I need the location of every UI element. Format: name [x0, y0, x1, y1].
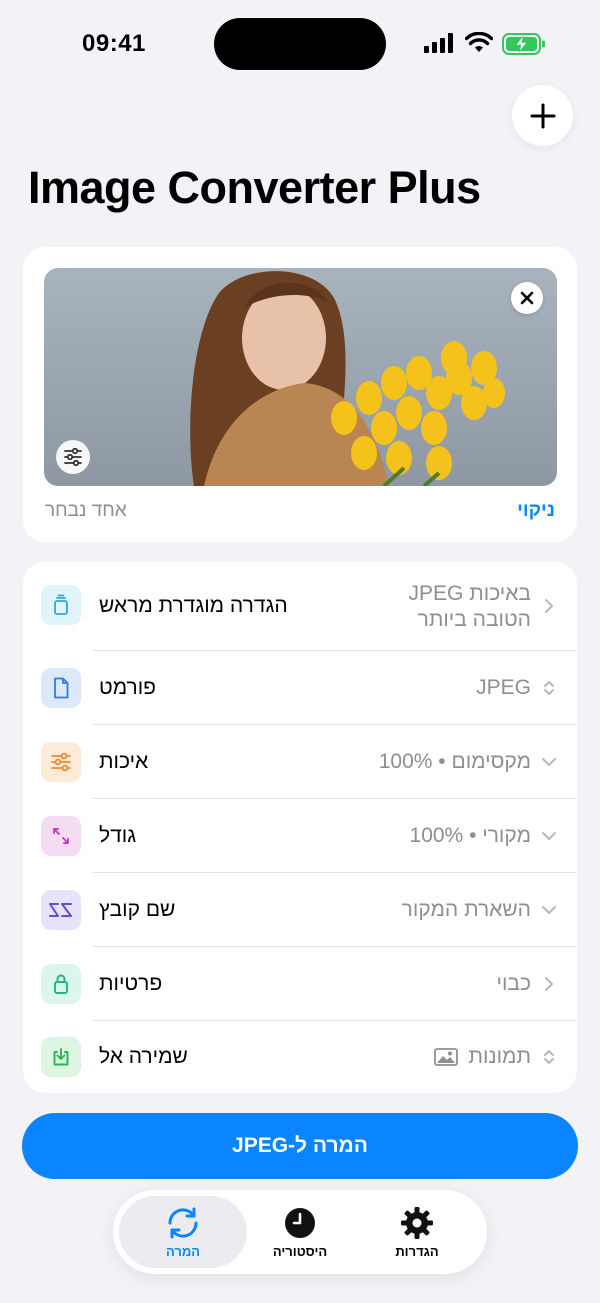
- size-icon-tile: [41, 816, 81, 856]
- chevron-down-icon: [542, 832, 556, 840]
- image-card: ניקוי אחד נבחר: [23, 247, 577, 542]
- sliders-icon: [64, 448, 82, 466]
- text-icon: [49, 903, 72, 917]
- filename-row[interactable]: שם קובץ השארת המקור: [23, 873, 577, 947]
- clock-icon: [285, 1207, 315, 1238]
- sliders-icon: [51, 752, 71, 772]
- selected-count-label: אחד נבחר: [45, 500, 127, 521]
- tab-history-label: היסטוריה: [272, 1243, 328, 1259]
- tab-convert-label: המרה: [165, 1243, 201, 1259]
- remove-image-button[interactable]: [511, 282, 543, 314]
- photo-icon: [434, 1048, 459, 1066]
- close-icon: [520, 291, 534, 305]
- download-icon: [53, 1048, 69, 1066]
- preset-value: באיכות JPEG הטובה ביותר: [409, 581, 531, 633]
- clear-button[interactable]: ניקוי: [517, 500, 555, 522]
- wifi-icon: [465, 32, 493, 52]
- selected-image-preview[interactable]: [44, 268, 557, 486]
- tab-bar: המרה היסטוריה הגדרות: [113, 1190, 487, 1274]
- save-to-value-text: תמונות: [468, 1045, 531, 1068]
- size-value: מקורי • 100%: [409, 824, 531, 847]
- filename-value: השארת המקור: [401, 898, 531, 921]
- save-to-value: תמונות: [434, 1045, 531, 1069]
- preset-value-line2: הטובה ביותר: [417, 608, 531, 631]
- format-row[interactable]: פורמט JPEG: [23, 651, 577, 725]
- resize-icon: [53, 828, 69, 844]
- settings-list: הגדרה מוגדרת מראש באיכות JPEG הטובה ביות…: [23, 562, 577, 1093]
- preset-icon-tile: [41, 585, 81, 625]
- add-button[interactable]: [512, 85, 573, 146]
- convert-button[interactable]: המרה ל-JPEG: [22, 1113, 578, 1179]
- chevron-down-icon: [542, 906, 556, 914]
- chevron-right-icon: [545, 977, 553, 991]
- photo-thumbnail: [44, 268, 557, 486]
- tab-settings-label: הגדרות: [395, 1243, 439, 1259]
- dynamic-island: [214, 18, 386, 70]
- chevron-up-down-icon: [544, 681, 554, 695]
- privacy-label: פרטיות: [99, 972, 163, 995]
- privacy-icon-tile: [41, 964, 81, 1004]
- battery-charging-icon: [502, 33, 545, 55]
- status-time: 09:41: [82, 30, 146, 57]
- privacy-row[interactable]: פרטיות כבוי: [23, 947, 577, 1021]
- status-bar: 09:41: [0, 0, 600, 90]
- quality-row[interactable]: איכות מקסימום • 100%: [23, 725, 577, 799]
- chevron-right-icon: [545, 599, 553, 613]
- quality-value: מקסימום • 100%: [378, 750, 531, 773]
- save-to-row[interactable]: שמירה אל תמונות: [23, 1021, 577, 1093]
- preset-icon: [54, 594, 68, 615]
- save-to-icon-tile: [41, 1037, 81, 1077]
- tab-convert[interactable]: המרה: [119, 1196, 247, 1268]
- cellular-signal-icon: [424, 33, 453, 53]
- format-icon-tile: [41, 668, 81, 708]
- document-icon: [54, 677, 69, 699]
- gear-icon: [401, 1206, 433, 1239]
- quality-icon-tile: [41, 742, 81, 782]
- plus-icon: [530, 103, 555, 128]
- format-label: פורמט: [99, 676, 156, 699]
- convert-icon: [168, 1207, 198, 1238]
- size-row[interactable]: גודל מקורי • 100%: [23, 799, 577, 873]
- privacy-value: כבוי: [496, 972, 532, 995]
- page-title: Image Converter Plus: [28, 162, 481, 213]
- lock-icon: [54, 974, 68, 994]
- filename-label: שם קובץ: [99, 898, 176, 921]
- preset-label: הגדרה מוגדרת מראש: [99, 594, 288, 617]
- tab-settings[interactable]: הגדרות: [353, 1196, 481, 1268]
- preset-row[interactable]: הגדרה מוגדרת מראש באיכות JPEG הטובה ביות…: [23, 562, 577, 651]
- chevron-down-icon: [542, 758, 556, 766]
- save-to-label: שמירה אל: [99, 1045, 188, 1068]
- size-label: גודל: [99, 824, 137, 847]
- tab-history[interactable]: היסטוריה: [236, 1196, 364, 1268]
- chevron-up-down-icon: [544, 1050, 554, 1064]
- image-adjust-button[interactable]: [56, 440, 90, 474]
- format-value: JPEG: [476, 676, 531, 699]
- filename-icon-tile: [41, 890, 81, 930]
- preset-value-line1: באיכות JPEG: [408, 582, 531, 605]
- quality-label: איכות: [99, 750, 149, 773]
